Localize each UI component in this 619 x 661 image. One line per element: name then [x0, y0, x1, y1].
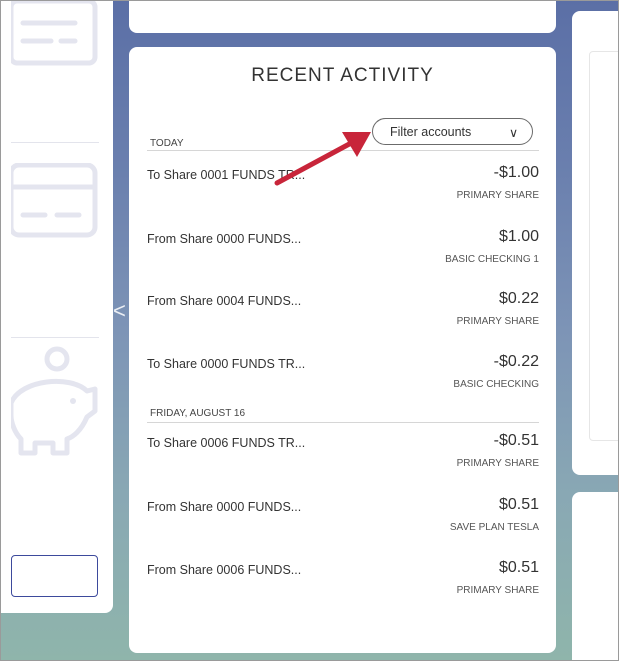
transaction-amount: $0.22: [498, 290, 539, 307]
transaction-account: PRIMARY SHARE: [456, 585, 539, 596]
filter-accounts-button[interactable]: Filter accounts ∨: [372, 118, 533, 145]
recent-activity-card: RECENT ACTIVITY Filter accounts ∨ TODAY …: [129, 47, 556, 653]
filter-accounts-label: Filter accounts: [390, 125, 472, 139]
sidebar-divider: [11, 337, 99, 338]
transaction-account: PRIMARY SHARE: [456, 190, 539, 201]
transaction-row[interactable]: To Share 0000 FUNDS TR... -$0.22 BASIC C…: [147, 353, 539, 409]
transaction-account: SAVE PLAN TESLA: [449, 522, 539, 533]
transaction-row[interactable]: From Share 0000 FUNDS... $1.00 BASIC CHE…: [147, 228, 539, 284]
transaction-amount: $0.51: [498, 496, 539, 513]
piggy-bank-icon: [11, 346, 98, 456]
right-panel-lower: [572, 492, 618, 660]
transaction-account: PRIMARY SHARE: [456, 458, 539, 469]
sidebar-divider: [11, 142, 99, 143]
transaction-row[interactable]: From Share 0004 FUNDS... $0.22 PRIMARY S…: [147, 290, 539, 346]
transaction-row[interactable]: To Share 0001 FUNDS TR... -$1.00 PRIMARY…: [147, 164, 539, 220]
transaction-amount: $0.51: [498, 559, 539, 576]
transaction-description: From Share 0004 FUNDS...: [147, 294, 302, 308]
text-input[interactable]: [11, 555, 98, 597]
transaction-account: BASIC CHECKING 1: [445, 254, 539, 265]
transaction-description: From Share 0000 FUNDS...: [147, 232, 302, 246]
transaction-amount: -$0.51: [493, 432, 539, 449]
screenshot-frame: < RECENT ACTIVITY Filter accounts ∨ TODA…: [0, 0, 619, 661]
section-label: FRIDAY, AUGUST 16: [150, 408, 246, 419]
transaction-row[interactable]: To Share 0006 FUNDS TR... -$0.51 PRIMARY…: [147, 432, 539, 488]
transaction-row[interactable]: From Share 0000 FUNDS... $0.51 SAVE PLAN…: [147, 496, 539, 552]
transaction-amount: $1.00: [498, 228, 539, 245]
right-panel: [572, 11, 618, 475]
transaction-account: BASIC CHECKING: [453, 379, 539, 390]
left-panel: [1, 1, 113, 613]
carousel-prev-button[interactable]: <: [113, 298, 126, 324]
section-label: TODAY: [150, 138, 184, 149]
transaction-amount: -$0.22: [493, 353, 539, 370]
credit-card-icon: [11, 163, 98, 238]
transaction-description: To Share 0006 FUNDS TR...: [147, 436, 306, 450]
card-title: RECENT ACTIVITY: [251, 65, 434, 86]
chevron-down-icon: ∨: [509, 126, 519, 140]
transaction-amount: -$1.00: [493, 164, 539, 181]
section-divider: [147, 422, 539, 423]
transaction-description: From Share 0006 FUNDS...: [147, 563, 302, 577]
right-panel-inner-box: [589, 51, 618, 441]
transaction-description: To Share 0001 FUNDS TR...: [147, 168, 306, 182]
transaction-description: To Share 0000 FUNDS TR...: [147, 357, 306, 371]
transaction-row[interactable]: From Share 0006 FUNDS... $0.51 PRIMARY S…: [147, 559, 539, 615]
transaction-description: From Share 0000 FUNDS...: [147, 500, 302, 514]
transaction-account: PRIMARY SHARE: [456, 316, 539, 327]
receipt-icon: [11, 1, 98, 66]
top-card: [129, 1, 556, 33]
section-divider: [147, 150, 539, 151]
